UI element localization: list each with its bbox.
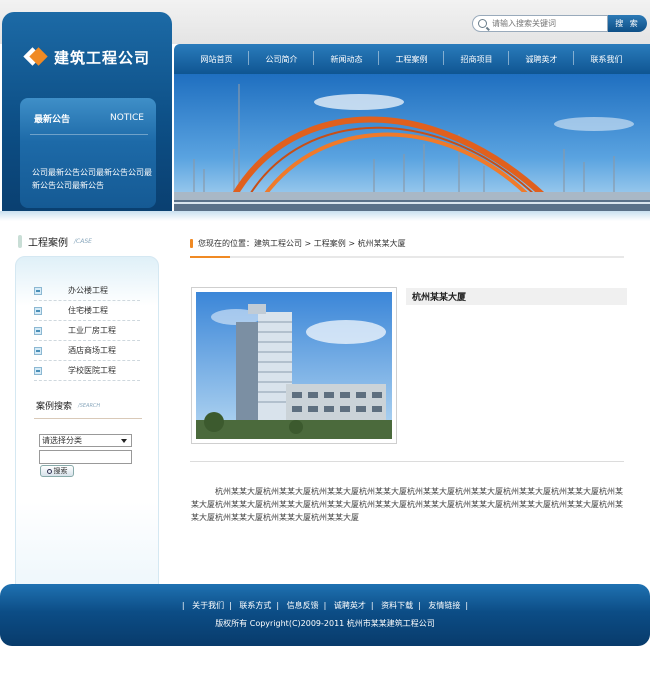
bullet-icon [34,326,42,335]
logo[interactable]: 建筑工程公司 [23,46,151,68]
banner-image [174,74,650,214]
case-search-button[interactable]: 搜索 [40,465,74,477]
search-button[interactable]: 搜 索 [608,15,647,32]
brand-name: 建筑工程公司 [54,48,151,67]
breadcrumb: 您现在的位置：建筑工程公司 > 工程案例 > 杭州某某大厦 [190,238,406,249]
case-search-divider [34,418,142,419]
search-icon [46,468,52,474]
header-divider [0,211,650,221]
logo-icon [23,46,48,68]
notice-body[interactable]: 公司最新公告公司最新公告公司最新公告公司最新公告 [32,166,152,192]
footer-link-downloads[interactable]: 资料下载 [381,601,413,610]
search-field [472,15,608,32]
breadcrumb-divider [190,256,624,258]
nav-home[interactable]: 网站首页 [184,54,249,65]
project-title: 杭州某某大厦 [406,288,627,305]
case-item-school[interactable]: 学校医院工程 [34,361,140,381]
header-left-panel: 建筑工程公司 最新公告 NOTICE 公司最新公告公司最新公告公司最新公告公司最… [2,12,172,214]
breadcrumb-marker [190,239,193,248]
case-item-office[interactable]: 办公楼工程 [34,281,140,301]
case-search-title-en: /SEARCH [78,402,101,409]
notice-divider [30,134,148,135]
notice-title: 最新公告 [34,115,71,125]
case-search-input[interactable] [39,450,132,464]
search-icon [478,19,487,28]
chevron-down-icon [121,438,127,443]
case-search-header: 案例搜索 /SEARCH [36,399,100,412]
case-section-title: 工程案例 [28,238,68,249]
nav-news[interactable]: 新闻动态 [313,50,379,65]
case-section-header: 工程案例 /CASE [18,234,92,249]
main-nav: 网站首页 公司简介 新闻动态 工程案例 招商项目 诚聘英才 联系我们 [174,44,650,74]
bullet-icon [34,306,42,315]
breadcrumb-text[interactable]: 您现在的位置：建筑工程公司 > 工程案例 > 杭州某某大厦 [198,238,406,249]
case-section-title-en: /CASE [74,238,92,245]
content-divider [190,461,624,462]
category-select[interactable]: 请选择分类 [39,434,132,447]
nav-projects[interactable]: 招商项目 [443,50,509,65]
search-input[interactable] [492,19,602,28]
notice-title-en: NOTICE [110,113,144,123]
footer-link-contact[interactable]: 联系方式 [239,601,271,610]
case-search-title: 案例搜索 [36,402,73,412]
site-search: 搜 索 [472,15,647,32]
case-item-industrial[interactable]: 工业厂房工程 [34,321,140,341]
case-category-list: 办公楼工程 住宅楼工程 工业厂房工程 酒店商场工程 学校医院工程 [34,281,140,381]
footer-link-feedback[interactable]: 信息反馈 [287,601,319,610]
footer-link-jobs[interactable]: 诚聘英才 [334,601,366,610]
case-item-residential[interactable]: 住宅楼工程 [34,301,140,321]
bullet-icon [34,286,42,295]
footer: | 关于我们 | 联系方式 | 信息反馈 | 诚聘英才 | 资料下载 | 友情链接 | 版权… [0,584,650,646]
notice-panel: 最新公告 NOTICE 公司最新公告公司最新公告公司最新公告公司最新公告 [20,98,156,208]
section-marker [18,235,22,248]
bullet-icon [34,346,42,355]
footer-link-about[interactable]: 关于我们 [192,601,224,610]
nav-about[interactable]: 公司简介 [248,50,314,65]
nav-cases[interactable]: 工程案例 [378,50,444,65]
case-item-hotel[interactable]: 酒店商场工程 [34,341,140,361]
nav-contact[interactable]: 联系我们 [573,50,639,65]
project-description: 杭州某某大厦杭州某某大厦杭州某某大厦杭州某某大厦杭州某某大厦杭州某某大厦杭州某某… [191,487,623,522]
project-photo[interactable] [191,287,397,444]
footer-link-friends[interactable]: 友情链接 [428,601,460,610]
nav-jobs[interactable]: 诚聘英才 [508,50,574,65]
copyright: 版权所有 Copyright(C)2009-2011 杭州市某某建筑工程公司 [215,619,435,628]
bullet-icon [34,366,42,375]
footer-links: | 关于我们 | 联系方式 | 信息反馈 | 诚聘英才 | 资料下载 | 友情链接 | [181,601,469,610]
